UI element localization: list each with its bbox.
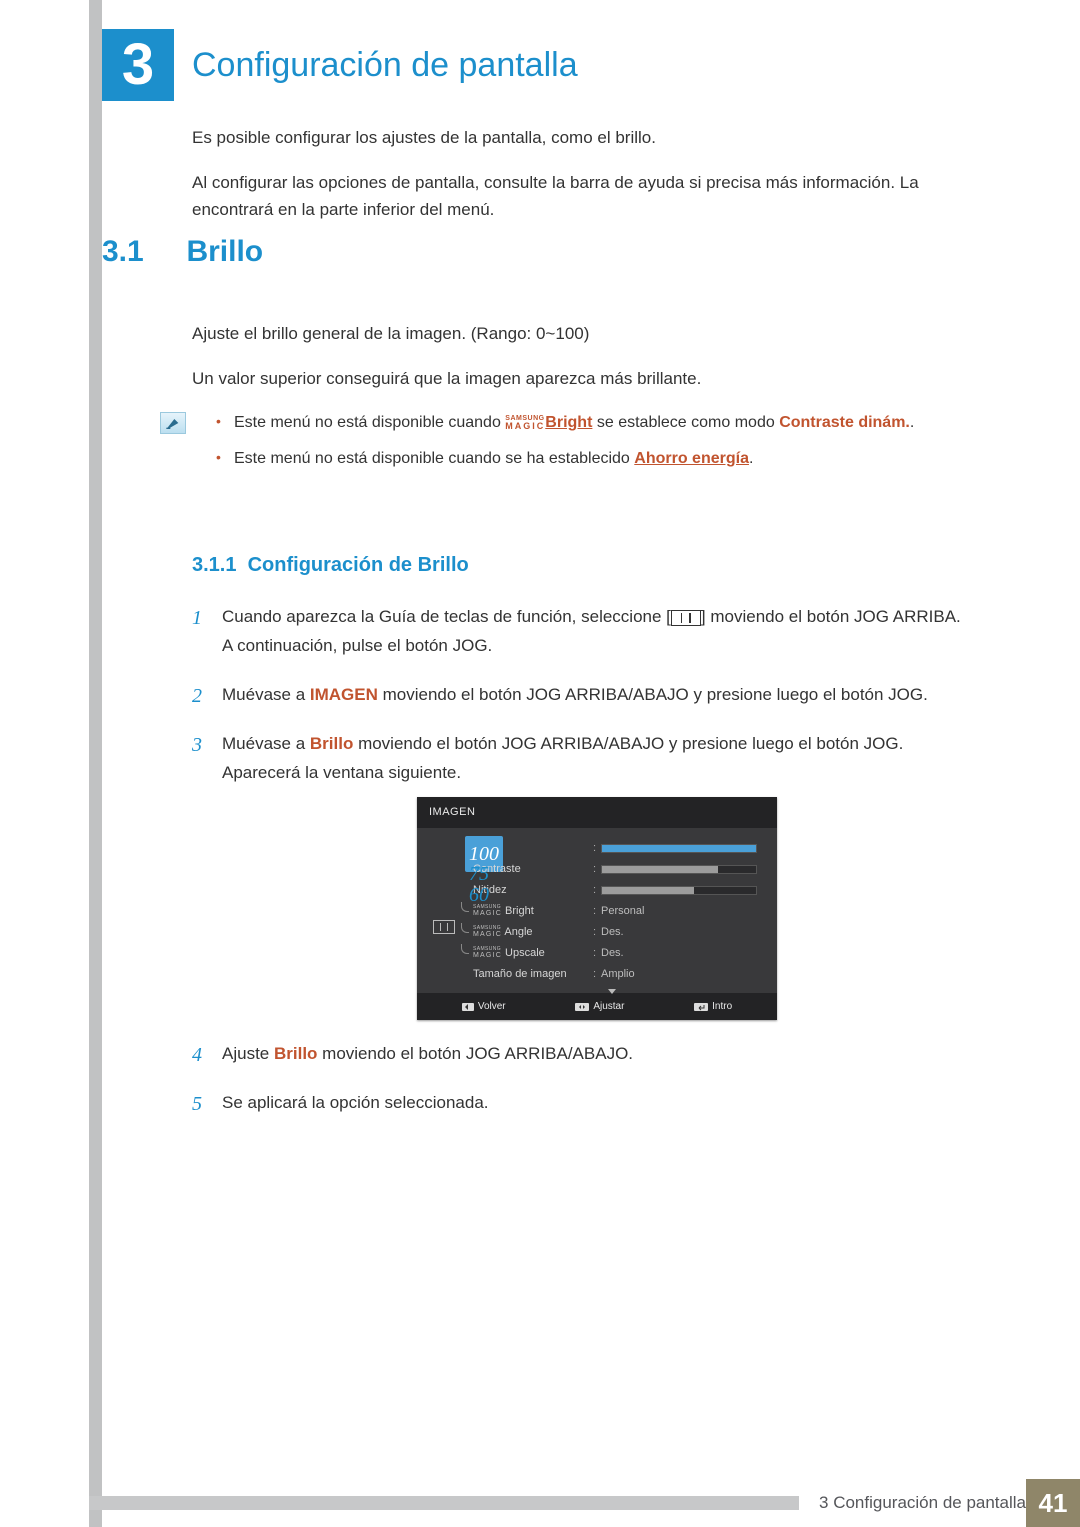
step-number-1: 1 xyxy=(192,601,202,635)
osd-row-brillo: Brillo : 100 xyxy=(461,838,763,859)
note1-contraste: Contraste dinám. xyxy=(779,414,910,431)
step-2: 2 Muévase a IMAGEN moviendo el botón JOG… xyxy=(192,681,972,710)
intro-text: Es posible configurar los ajustes de la … xyxy=(192,124,972,242)
osd-tamano-label: Tamaño de imagen xyxy=(473,965,593,984)
step2-text-c: moviendo el botón JOG ARRIBA/ABAJO y pre… xyxy=(378,685,928,704)
osd-footer-intro: Intro xyxy=(694,998,732,1015)
samsung-magic-icon: SAMSUNGMAGIC xyxy=(473,947,502,959)
sidebar-stripe xyxy=(89,0,102,1527)
step-number-4: 4 xyxy=(192,1038,202,1072)
osd-row-magic-bright: SAMSUNGMAGIC Bright : Personal xyxy=(461,901,763,922)
step-number-5: 5 xyxy=(192,1087,202,1121)
osd-row-magic-angle: SAMSUNGMAGIC Angle : Des. xyxy=(461,922,763,943)
step2-imagen: IMAGEN xyxy=(310,685,378,704)
page-footer: 3 Configuración de pantalla 41 xyxy=(89,1479,1080,1527)
steps-list: 1 Cuando aparezca la Guía de teclas de f… xyxy=(192,603,972,1118)
step4-text-a: Ajuste xyxy=(222,1044,274,1063)
footer-text: 3 Configuración de pantalla xyxy=(799,1493,1026,1513)
osd-tamano-value: Amplio xyxy=(601,965,763,984)
chevron-down-icon xyxy=(608,989,616,994)
step1-text-a: Cuando aparezca la Guía de teclas de fun… xyxy=(222,607,671,626)
osd-contraste-label: Contraste xyxy=(473,860,593,879)
osd-nitidez-slider xyxy=(601,886,757,895)
note-icon xyxy=(160,412,186,434)
chapter-number-badge: 3 xyxy=(102,29,174,101)
step4-text-c: moviendo el botón JOG ARRIBA/ABAJO. xyxy=(317,1044,633,1063)
step2-text-a: Muévase a xyxy=(222,685,310,704)
section-title: Brillo xyxy=(186,235,263,268)
note-item-2: Este menú no está disponible cuando se h… xyxy=(234,446,972,472)
note1-text-a: Este menú no está disponible cuando xyxy=(234,414,505,431)
step-1: 1 Cuando aparezca la Guía de teclas de f… xyxy=(192,603,972,661)
body-p1: Ajuste el brillo general de la imagen. (… xyxy=(192,320,972,347)
osd-row-tamano: Tamaño de imagen : Amplio xyxy=(461,964,763,985)
step5-text: Se aplicará la opción seleccionada. xyxy=(222,1093,489,1112)
step3-brillo: Brillo xyxy=(310,734,353,753)
body-p2: Un valor superior conseguirá que la imag… xyxy=(192,365,972,392)
footer-page-number: 41 xyxy=(1026,1479,1080,1527)
section-heading: 3.1 Brillo xyxy=(102,235,263,269)
step-number-3: 3 xyxy=(192,728,202,762)
menu-icon xyxy=(671,610,701,626)
step3-text-a: Muévase a xyxy=(222,734,310,753)
chapter-title: Configuración de pantalla xyxy=(192,46,578,85)
step4-brillo: Brillo xyxy=(274,1044,317,1063)
subsection-title: 3.1.1 Configuración de Brillo xyxy=(192,554,972,577)
note1-bright: Bright xyxy=(545,414,592,431)
osd-row-nitidez: Nitidez : 60 xyxy=(461,880,763,901)
osd-mupscale-suffix: Upscale xyxy=(505,947,545,959)
step-5: 5 Se aplicará la opción seleccionada. xyxy=(192,1089,972,1118)
step-number-2: 2 xyxy=(192,679,202,713)
osd-mupscale-value: Des. xyxy=(601,944,763,963)
osd-footer: Volver Ajustar Intro xyxy=(417,993,777,1020)
samsung-magic-icon: SAMSUNGMAGIC xyxy=(473,926,502,938)
note1-dot: . xyxy=(910,414,914,431)
osd-footer-ajustar: Ajustar xyxy=(575,998,624,1015)
osd-mangle-value: Des. xyxy=(601,923,763,942)
intro-p2: Al configurar las opciones de pantalla, … xyxy=(192,169,972,223)
footer-bar xyxy=(89,1496,799,1510)
osd-row-magic-upscale: SAMSUNGMAGIC Upscale : Des. xyxy=(461,943,763,964)
section-body: Ajuste el brillo general de la imagen. (… xyxy=(192,320,972,502)
note2-dot: . xyxy=(749,450,753,467)
section-number: 3.1 xyxy=(102,235,182,269)
step-3: 3 Muévase a Brillo moviendo el botón JOG… xyxy=(192,730,972,1020)
osd-side-icon xyxy=(427,838,461,985)
samsung-magic-icon: SAMSUNG MAGIC xyxy=(505,415,545,431)
osd-window: IMAGEN Brillo : 100 Contraste : xyxy=(417,797,777,1020)
osd-footer-volver: Volver xyxy=(462,998,506,1015)
osd-mangle-suffix: Angle xyxy=(504,926,532,938)
osd-brillo-slider xyxy=(601,844,757,853)
note2-text-a: Este menú no está disponible cuando se h… xyxy=(234,450,634,467)
note-box: Este menú no está disponible cuando SAMS… xyxy=(192,410,972,471)
note1-text-b: se establece como modo xyxy=(597,414,779,431)
subsection: 3.1.1 Configuración de Brillo 1 Cuando a… xyxy=(192,554,972,1138)
osd-mbright-suffix: Bright xyxy=(505,905,534,917)
note2-ahorro: Ahorro energía xyxy=(634,450,749,467)
osd-header: IMAGEN xyxy=(417,797,777,828)
note-item-1: Este menú no está disponible cuando SAMS… xyxy=(234,410,972,436)
osd-nitidez-label: Nitidez xyxy=(473,881,593,900)
osd-contraste-slider xyxy=(601,865,757,874)
step-4: 4 Ajuste Brillo moviendo el botón JOG AR… xyxy=(192,1040,972,1069)
osd-mbright-value: Personal xyxy=(601,902,763,921)
osd-row-contraste: Contraste : 75 xyxy=(461,859,763,880)
intro-p1: Es posible configurar los ajustes de la … xyxy=(192,124,972,151)
samsung-magic-icon: SAMSUNGMAGIC xyxy=(473,905,502,917)
